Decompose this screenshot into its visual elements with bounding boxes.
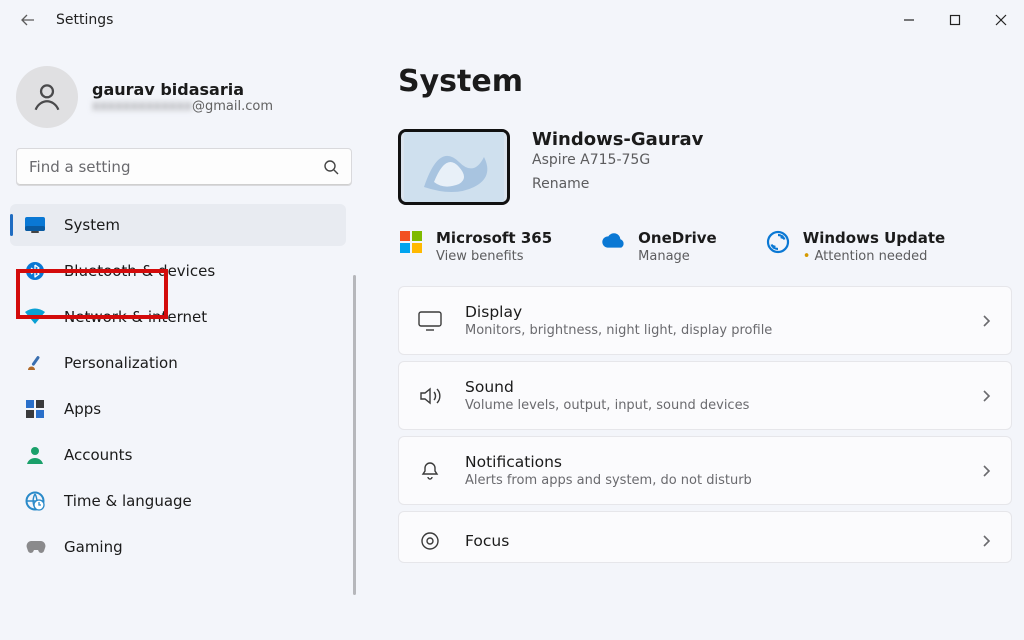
update-title: Windows Update: [803, 229, 946, 247]
profile-email: xxxxxxxxxxxxx@gmail.com: [92, 99, 273, 114]
sidebar: gaurav bidasaria xxxxxxxxxxxxx@gmail.com…: [8, 40, 362, 640]
maximize-button[interactable]: [932, 0, 978, 40]
sidebar-item-time-language[interactable]: Time & language: [10, 480, 346, 522]
device-thumbnail[interactable]: [398, 129, 510, 205]
sidebar-item-label: Bluetooth & devices: [64, 262, 215, 280]
title-bar: Settings: [0, 0, 1024, 40]
m365-sub: View benefits: [436, 249, 552, 264]
device-name: Windows-Gaurav: [532, 129, 703, 150]
bell-icon: [417, 458, 443, 484]
wifi-icon: [24, 306, 46, 328]
sidebar-item-network[interactable]: Network & internet: [10, 296, 346, 338]
search-icon: [323, 159, 339, 175]
avatar: [16, 66, 78, 128]
time-language-icon: [24, 490, 46, 512]
device-model: Aspire A715-75G: [532, 152, 703, 168]
window-title: Settings: [56, 12, 113, 28]
sidebar-item-label: Accounts: [64, 446, 132, 464]
onedrive-tile[interactable]: OneDrive Manage: [600, 229, 717, 264]
page-title: System: [398, 64, 1012, 99]
card-title: Notifications: [465, 453, 957, 471]
sidebar-item-label: Personalization: [64, 354, 178, 372]
microsoft-365-icon: [398, 229, 424, 255]
apps-icon: [24, 398, 46, 420]
card-focus[interactable]: Focus: [398, 511, 1012, 563]
display-icon: [417, 308, 443, 334]
sidebar-item-label: System: [64, 216, 120, 234]
sidebar-item-gaming[interactable]: Gaming: [10, 526, 346, 568]
card-sound[interactable]: Sound Volume levels, output, input, soun…: [398, 361, 1012, 430]
cloud-row: Microsoft 365 View benefits OneDrive Man…: [398, 229, 1012, 264]
sidebar-item-system[interactable]: System: [10, 204, 346, 246]
onedrive-icon: [600, 229, 626, 255]
sidebar-scrollbar[interactable]: [353, 275, 356, 595]
profile-block[interactable]: gaurav bidasaria xxxxxxxxxxxxx@gmail.com: [10, 60, 358, 148]
card-sub: Volume levels, output, input, sound devi…: [465, 398, 957, 413]
back-button[interactable]: [14, 6, 42, 34]
chevron-right-icon: [979, 534, 993, 548]
accounts-icon: [24, 444, 46, 466]
update-sub: Attention needed: [803, 249, 946, 264]
system-icon: [24, 214, 46, 236]
close-button[interactable]: [978, 0, 1024, 40]
bluetooth-icon: [24, 260, 46, 282]
m365-tile[interactable]: Microsoft 365 View benefits: [398, 229, 552, 264]
profile-text: gaurav bidasaria xxxxxxxxxxxxx@gmail.com: [92, 80, 273, 114]
card-notifications[interactable]: Notifications Alerts from apps and syste…: [398, 436, 1012, 505]
chevron-right-icon: [979, 314, 993, 328]
brush-icon: [24, 352, 46, 374]
sidebar-item-label: Time & language: [64, 492, 192, 510]
chevron-right-icon: [979, 464, 993, 478]
nav-list: System Bluetooth & devices Network & int…: [10, 204, 358, 568]
onedrive-sub: Manage: [638, 249, 717, 264]
sidebar-item-label: Apps: [64, 400, 101, 418]
m365-title: Microsoft 365: [436, 229, 552, 247]
minimize-button[interactable]: [886, 0, 932, 40]
card-title: Focus: [465, 532, 957, 550]
card-sub: Monitors, brightness, night light, displ…: [465, 323, 957, 338]
rename-link[interactable]: Rename: [532, 176, 703, 192]
sound-icon: [417, 383, 443, 409]
card-title: Display: [465, 303, 957, 321]
main-pane: System Windows-Gaurav Aspire A715-75G Re…: [362, 40, 1024, 640]
search-input[interactable]: [29, 158, 323, 176]
search-box[interactable]: [16, 148, 352, 186]
sidebar-item-apps[interactable]: Apps: [10, 388, 346, 430]
device-block: Windows-Gaurav Aspire A715-75G Rename: [398, 129, 1012, 205]
profile-name: gaurav bidasaria: [92, 80, 273, 99]
gaming-icon: [24, 536, 46, 558]
sidebar-item-personalization[interactable]: Personalization: [10, 342, 346, 384]
sidebar-item-bluetooth[interactable]: Bluetooth & devices: [10, 250, 346, 292]
card-display[interactable]: Display Monitors, brightness, night ligh…: [398, 286, 1012, 355]
card-title: Sound: [465, 378, 957, 396]
sidebar-item-label: Network & internet: [64, 308, 207, 326]
focus-icon: [417, 528, 443, 554]
window-controls: [886, 0, 1024, 40]
card-sub: Alerts from apps and system, do not dist…: [465, 473, 957, 488]
sidebar-item-accounts[interactable]: Accounts: [10, 434, 346, 476]
chevron-right-icon: [979, 389, 993, 403]
windows-update-tile[interactable]: Windows Update Attention needed: [765, 229, 946, 264]
device-info: Windows-Gaurav Aspire A715-75G Rename: [532, 129, 703, 192]
windows-update-icon: [765, 229, 791, 255]
onedrive-title: OneDrive: [638, 229, 717, 247]
sidebar-item-label: Gaming: [64, 538, 123, 556]
settings-list: Display Monitors, brightness, night ligh…: [398, 286, 1012, 563]
